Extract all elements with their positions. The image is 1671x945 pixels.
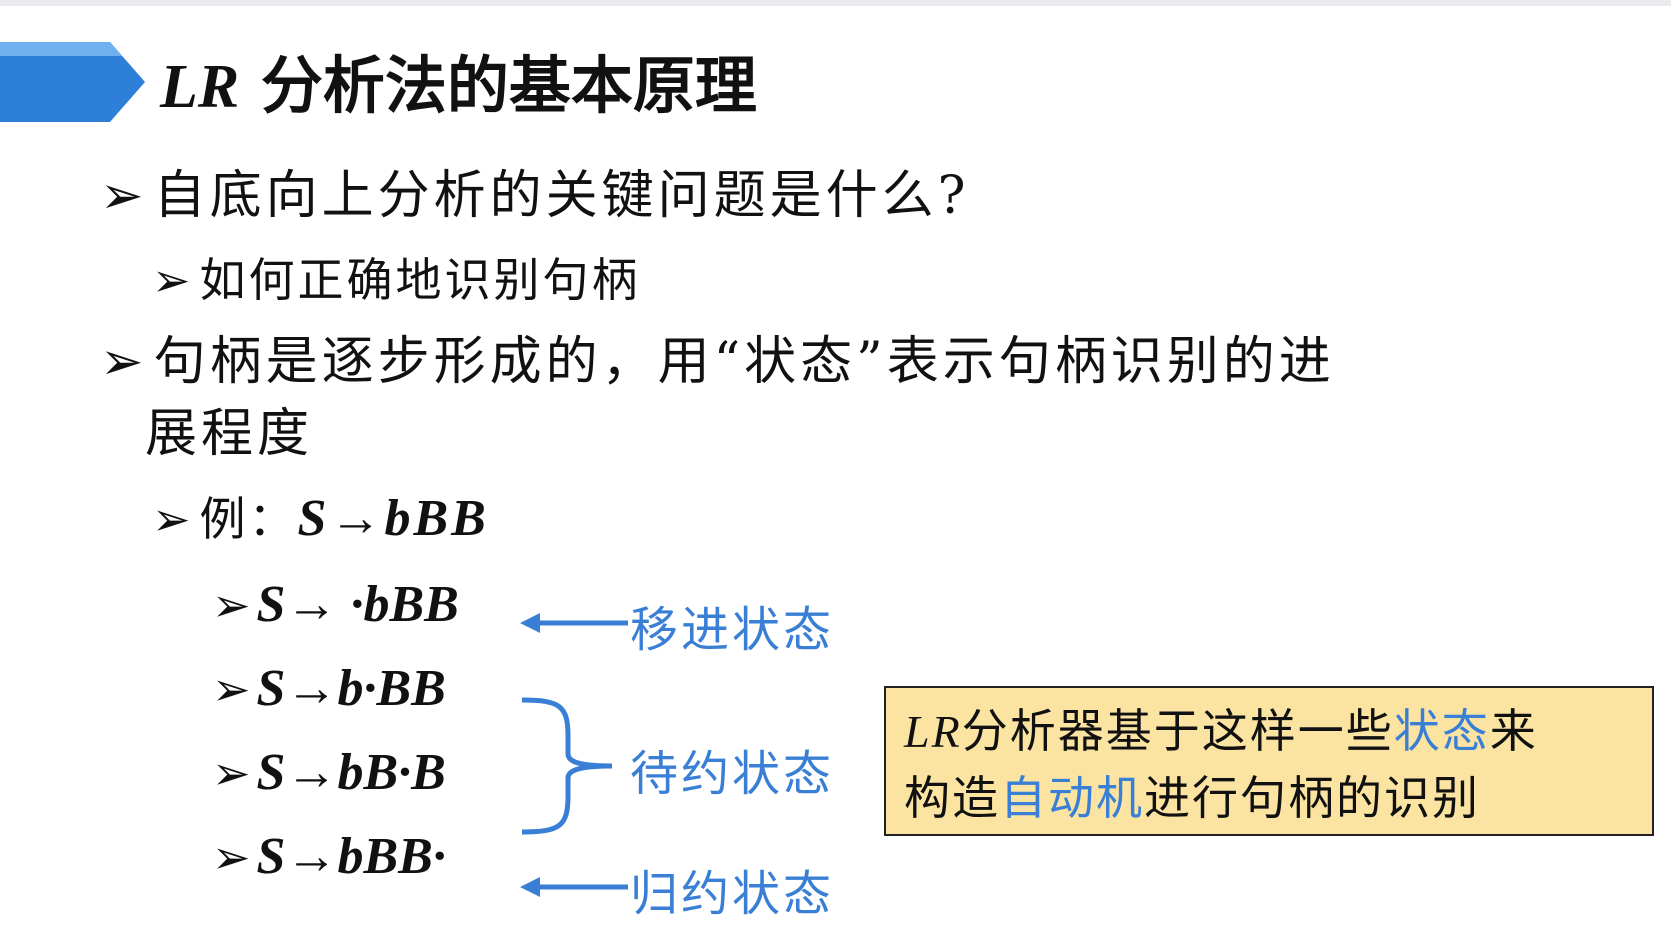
note-box: LR分析器基于这样一些状态来 构造自动机进行句柄的识别 [884,686,1654,836]
item-4-text: S→bBB· [256,828,446,885]
bullet-answer: ➢ 如何正确地识别句柄 [152,252,641,310]
note-line-2: 构造自动机进行句柄的识别 [904,765,1634,831]
left-arrow-icon [520,877,628,897]
bullet-arrow-icon: ➢ [152,492,194,546]
note-lr: LR [904,706,962,757]
item-1-text: S→ ·bBB [256,576,459,633]
bullet-arrow-icon: ➢ [212,830,251,884]
note-highlight-state: 状态 [1393,704,1490,758]
left-arrow-icon [520,613,628,633]
bullet-question-text: 自底向上分析的关键问题是什么? [153,166,970,226]
bullet-state: ➢ 句柄是逐步形成的，用“状态”表示句柄识别的进 [100,330,1335,395]
title-main: 分析法的基本原理 [239,49,757,122]
note-line-1: LR分析器基于这样一些状态来 [904,698,1634,765]
bullet-question: ➢ 自底向上分析的关键问题是什么? [100,164,969,229]
bullet-answer-text: 如何正确地识别句柄 [199,253,641,307]
right-brace-icon [521,697,613,835]
bullet-arrow-icon: ➢ [100,166,148,226]
note-text-1: 分析器基于这样一些 [961,704,1394,758]
label-shift-state: 移进状态 [630,602,835,658]
title-banner-arrow [0,42,145,122]
label-pending-state: 待约状态 [630,746,835,802]
bullet-arrow-icon: ➢ [212,662,251,716]
item-4: ➢ S→bBB· [212,824,446,889]
item-2-text: S→b·BB [256,660,446,717]
example-prefix: 例： [199,492,298,546]
bullet-arrow-icon: ➢ [212,746,251,800]
example-rule: S→bBB [297,490,489,547]
bullet-state-text-line2: 展程度 [145,404,314,464]
label-reduce-state: 归约状态 [630,866,835,922]
note-highlight-automaton: 自动机 [1000,771,1144,825]
note-text-2: 构造 [904,771,1000,825]
slide-title: LR 分析法的基本原理 [160,46,757,127]
item-3: ➢ S→bB·B [212,740,446,805]
bullet-state-line2: 展程度 [145,402,313,467]
bullet-example: ➢ 例：S→bBB [152,486,489,551]
note-text-2-end: 进行句柄的识别 [1144,771,1480,825]
item-3-text: S→bB·B [256,744,446,801]
item-2: ➢ S→b·BB [212,656,446,721]
item-1: ➢ S→ ·bBB [212,572,459,637]
bullet-arrow-icon: ➢ [212,578,251,632]
bullet-arrow-icon: ➢ [100,332,148,392]
note-text-1-end: 来 [1489,704,1538,758]
bullet-state-text-line1: 句柄是逐步形成的，用“状态”表示句柄识别的进 [153,332,1335,392]
slide: LR 分析法的基本原理 ➢ 自底向上分析的关键问题是什么? ➢ 如何正确地识别句柄 … [0,6,1671,945]
title-prefix: LR [160,53,240,121]
bullet-arrow-icon: ➢ [152,253,194,307]
